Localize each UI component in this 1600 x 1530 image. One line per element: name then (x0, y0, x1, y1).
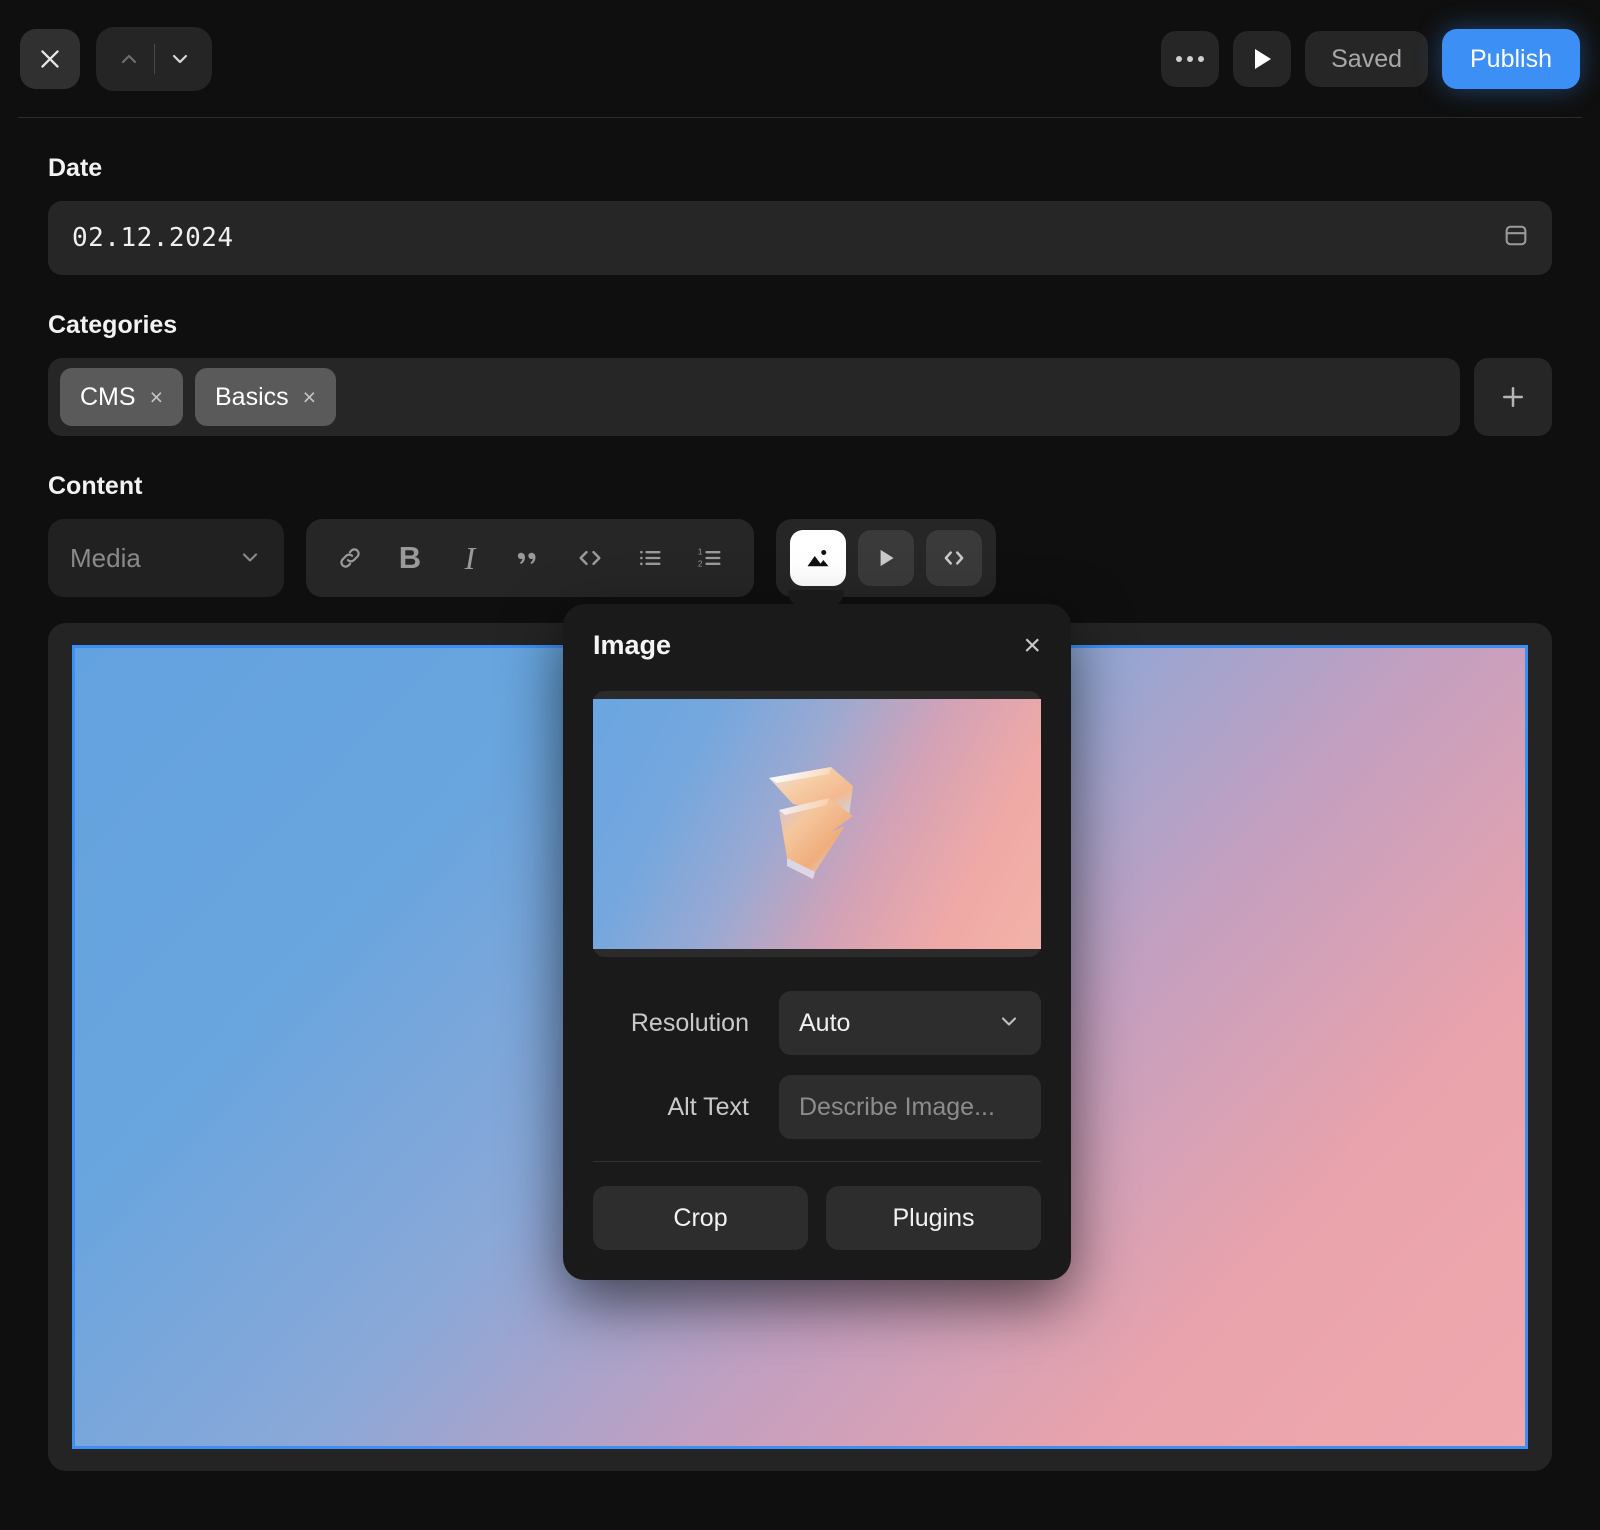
resolution-value: Auto (799, 1008, 851, 1037)
insert-embed-button[interactable] (926, 530, 982, 586)
chevron-up-icon (121, 54, 136, 64)
record-navigation (96, 27, 212, 91)
numbered-list-button[interactable]: 1 2 (684, 532, 736, 584)
svg-text:1: 1 (698, 548, 703, 557)
categories-input[interactable]: CMS × Basics × (48, 358, 1460, 436)
saved-status-button[interactable]: Saved (1305, 31, 1428, 87)
alt-text-placeholder: Describe Image... (799, 1092, 995, 1121)
code-icon (579, 550, 601, 566)
resolution-caret (997, 1009, 1021, 1038)
popover-title: Image (593, 630, 672, 660)
numbered-list-icon: 1 2 (698, 548, 721, 569)
popover-notch (788, 590, 844, 606)
code-button[interactable] (564, 532, 616, 584)
format-toolbar: B I 1 2 (306, 519, 754, 597)
calendar-icon (1505, 225, 1527, 246)
play-icon (1255, 49, 1272, 69)
bullet-list-icon (640, 550, 661, 566)
calendar-picker-button[interactable] (1502, 222, 1530, 255)
ellipsis-icon (1198, 56, 1205, 62)
image-settings-rows: Resolution Auto Alt Text Describe Image.… (593, 991, 1041, 1139)
popover-divider (593, 1161, 1041, 1162)
image-icon (807, 550, 829, 567)
add-category-button[interactable] (1474, 358, 1552, 436)
italic-button[interactable]: I (444, 532, 496, 584)
date-value: 02.12.2024 (72, 223, 234, 253)
image-thumbnail[interactable] (593, 699, 1041, 949)
media-select-caret (238, 545, 262, 572)
media-type-value: Media (70, 542, 141, 573)
header-right-group: Saved Publish (1161, 29, 1580, 89)
preview-button[interactable] (1233, 31, 1292, 87)
bold-button[interactable]: B (384, 532, 436, 584)
content-label: Content (48, 472, 143, 500)
video-icon (880, 549, 894, 567)
chevron-down-icon (1001, 1016, 1017, 1026)
category-chip-remove-button[interactable]: × (303, 385, 316, 409)
categories-label: Categories (48, 311, 178, 339)
ellipsis-icon (1187, 56, 1194, 62)
next-record-button[interactable] (155, 27, 205, 91)
glass-shape-graphic (769, 767, 853, 879)
blockquote-button[interactable] (504, 532, 556, 584)
date-label: Date (48, 154, 103, 182)
image-settings-popover: Image × Resolution Auto Alt Text Describ… (563, 590, 1071, 1280)
editor-window: Saved Publish Date 02.12.2024 Categories… (0, 0, 1600, 1530)
resolution-row: Resolution Auto (593, 991, 1041, 1055)
popover-actions: Crop Plugins (593, 1186, 1041, 1250)
media-type-select[interactable]: Media (48, 519, 284, 597)
date-field[interactable]: 02.12.2024 (48, 201, 1552, 275)
content-toolbar: Media B I 1 2 (48, 519, 1552, 597)
ellipsis-icon (1176, 56, 1183, 62)
media-toolbar (776, 519, 996, 597)
plugins-button[interactable]: Plugins (826, 1186, 1041, 1250)
category-chip[interactable]: CMS × (60, 368, 183, 426)
alt-text-label: Alt Text (667, 1092, 749, 1121)
alt-text-row: Alt Text Describe Image... (593, 1075, 1041, 1139)
category-chip-label: Basics (215, 382, 289, 411)
quote-icon (517, 552, 536, 565)
close-icon (41, 50, 59, 68)
link-button[interactable] (324, 532, 376, 584)
image-preview-frame (593, 691, 1041, 957)
insert-video-button[interactable] (858, 530, 914, 586)
previous-record-button[interactable] (104, 27, 154, 91)
popover-header: Image × (593, 630, 1041, 661)
header-left-group (20, 27, 212, 91)
bullet-list-button[interactable] (624, 532, 676, 584)
crop-button[interactable]: Crop (593, 1186, 808, 1250)
plus-icon (1503, 387, 1523, 407)
more-options-button[interactable] (1161, 31, 1220, 87)
publish-button[interactable]: Publish (1442, 29, 1580, 89)
close-button[interactable] (20, 29, 80, 89)
alt-text-input[interactable]: Describe Image... (779, 1075, 1041, 1139)
insert-image-button[interactable] (790, 530, 846, 586)
category-chip[interactable]: Basics × (195, 368, 337, 426)
category-chip-label: CMS (80, 382, 136, 411)
embed-code-icon (944, 551, 964, 565)
resolution-select[interactable]: Auto (779, 991, 1041, 1055)
popover-close-button[interactable]: × (1023, 630, 1041, 661)
chevron-down-icon (172, 54, 187, 64)
resolution-label: Resolution (630, 1008, 749, 1037)
category-chip-remove-button[interactable]: × (150, 385, 163, 409)
svg-text:2: 2 (698, 560, 703, 569)
chevron-down-icon (242, 552, 258, 562)
link-icon (340, 548, 360, 568)
top-bar: Saved Publish (0, 0, 1600, 118)
categories-row: CMS × Basics × (48, 358, 1552, 436)
